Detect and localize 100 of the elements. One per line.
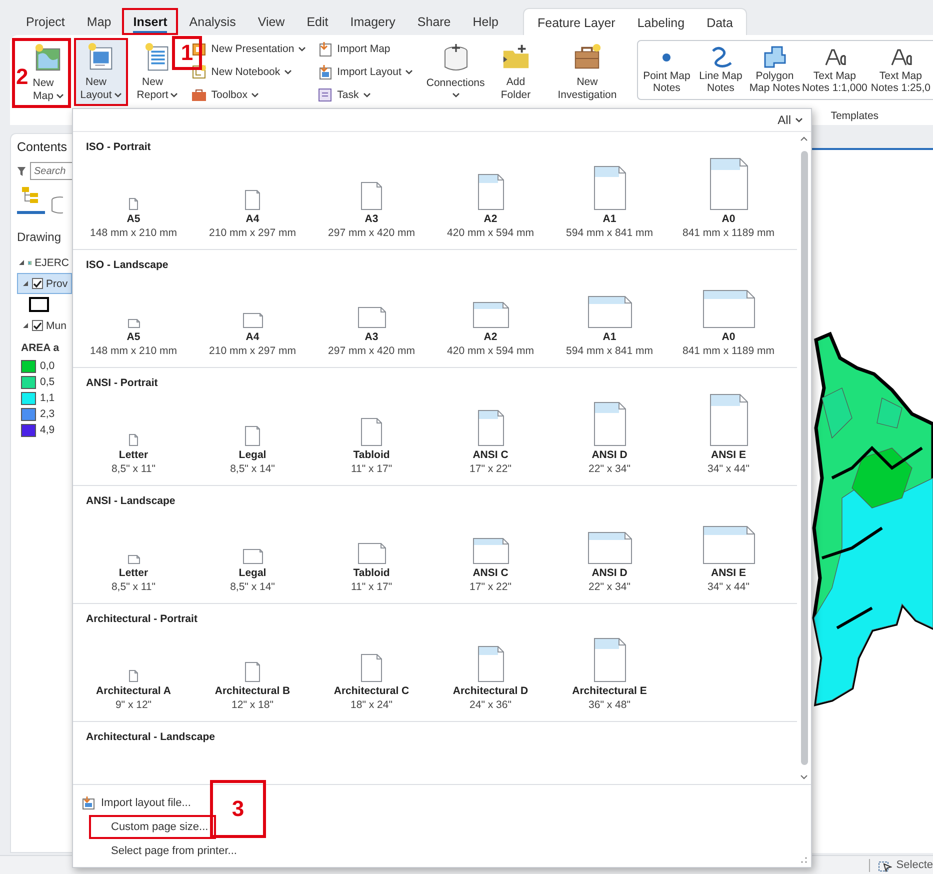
page-size-option[interactable]: A4 210 mm x 297 mm — [193, 154, 312, 240]
ribbon-button[interactable]: Toolbox — [188, 84, 310, 106]
gallery-item[interactable]: Polygon Map Notes — [748, 44, 802, 96]
page-size-option[interactable]: A4 210 mm x 297 mm — [193, 272, 312, 358]
page-size-option[interactable]: ANSI C 17" x 22" — [431, 508, 550, 594]
menu-item[interactable]: Import layout file... — [79, 791, 199, 815]
search-field[interactable]: Search — [30, 162, 72, 180]
section-heading: Architectural - Portrait — [85, 612, 198, 626]
ribbon-button[interactable]: Connections — [420, 38, 491, 106]
page-size-option[interactable]: ANSI D 22" x 34" — [550, 508, 669, 594]
caret-icon — [170, 92, 178, 98]
page-size-option[interactable]: ANSI D 22" x 34" — [550, 390, 669, 476]
ribbon-tab[interactable]: Help — [462, 8, 510, 35]
ribbon-button[interactable]: Task — [314, 84, 416, 106]
page-size-option[interactable]: Letter 8,5" x 11" — [74, 390, 193, 476]
caret-icon — [795, 117, 803, 123]
ribbon-tab[interactable]: Labeling — [626, 9, 696, 36]
page-size-option[interactable]: A1 594 mm x 841 mm — [550, 154, 669, 240]
page-size-option[interactable]: Architectural A 9" x 12" — [74, 626, 193, 712]
page-size-option[interactable]: A2 420 mm x 594 mm — [431, 272, 550, 358]
ribbon-button[interactable]: New Investigation — [552, 38, 623, 106]
checkmark-icon — [33, 322, 42, 330]
step-number-callout: 1 — [172, 36, 202, 70]
caret-icon — [362, 92, 371, 98]
filter-dropdown[interactable]: All — [776, 113, 805, 127]
layer-checkbox[interactable] — [32, 278, 43, 289]
ribbon-button[interactable]: New Layout — [74, 38, 128, 106]
expanded-triangle-icon[interactable] — [18, 259, 25, 266]
expanded-triangle-icon[interactable] — [22, 280, 29, 287]
ribbon-tab[interactable]: Project — [15, 8, 76, 35]
page-size-option[interactable]: Architectural D 24" x 36" — [431, 626, 550, 712]
menu-item[interactable]: Select page from printer... — [89, 839, 245, 863]
database-icon[interactable] — [51, 196, 63, 214]
ribbon-tab[interactable]: Map — [76, 8, 122, 35]
page-size-option[interactable]: Architectural B 12" x 18" — [193, 626, 312, 712]
legend-label: 1,1 — [40, 392, 55, 404]
layer-row[interactable]: EJERC — [17, 252, 72, 273]
layer-row[interactable]: Prov — [17, 273, 72, 294]
layer-tree-icon[interactable] — [21, 186, 39, 204]
layer-checkbox[interactable] — [32, 320, 43, 331]
page-size-option[interactable]: Architectural E 36" x 48" — [550, 626, 669, 712]
page-size-option[interactable]: Letter 8,5" x 11" — [74, 508, 193, 594]
legend-label: 0,5 — [40, 376, 55, 388]
legend-field: AREA a — [21, 342, 60, 354]
gallery-item[interactable]: Text Map Notes 1:1,000 — [802, 44, 868, 96]
ribbon-tab[interactable]: Insert — [122, 8, 178, 35]
page-size-option[interactable]: ANSI E 34" x 44" — [669, 508, 788, 594]
ribbon-button[interactable]: Add Folder — [494, 38, 538, 106]
page-size-option[interactable]: A2 420 mm x 594 mm — [431, 154, 550, 240]
page-size-option[interactable]: A0 841 mm x 1189 mm — [669, 272, 788, 358]
ribbon-tab[interactable]: Edit — [296, 8, 340, 35]
ribbon-tab[interactable]: Imagery — [339, 8, 406, 35]
page-size-option[interactable]: Legal 8,5" x 14" — [193, 390, 312, 476]
text-icon — [890, 47, 912, 67]
ribbon-icon — [317, 64, 334, 80]
ribbon-button[interactable]: Import Layout — [314, 61, 416, 83]
ribbon-tab[interactable]: Analysis — [178, 8, 247, 35]
ribbon-button[interactable]: Import Map — [314, 38, 416, 60]
step-number: 2 — [16, 64, 28, 90]
view-name: Drawing — [17, 230, 62, 244]
caret-icon — [56, 93, 64, 99]
page-size-option[interactable]: A0 841 mm x 1189 mm — [669, 154, 788, 240]
caret-icon — [114, 92, 122, 98]
page-size-option[interactable]: A5 148 mm x 210 mm — [74, 154, 193, 240]
page-size-option[interactable]: A3 297 mm x 420 mm — [312, 154, 431, 240]
page-size-option[interactable]: ANSI C 17" x 22" — [431, 390, 550, 476]
caret-icon — [405, 69, 414, 75]
menu-item[interactable]: Custom page size... — [89, 815, 216, 839]
layer-row[interactable]: Mun — [17, 315, 72, 336]
ribbon-tab[interactable]: Share — [406, 8, 462, 35]
section-heading: Architectural - Landscape — [85, 730, 216, 744]
resize-grip-icon[interactable] — [801, 857, 807, 863]
page-size-option[interactable]: A3 297 mm x 420 mm — [312, 272, 431, 358]
group-label: Templates — [830, 110, 880, 122]
page-size-option[interactable]: ANSI E 34" x 44" — [669, 390, 788, 476]
checkmark-icon — [33, 280, 42, 288]
polygon-icon — [764, 46, 786, 68]
section-heading: ISO - Landscape — [85, 258, 170, 272]
page-size-option[interactable]: Tabloid 11" x 17" — [312, 508, 431, 594]
gallery-item[interactable]: Line Map Notes — [694, 44, 748, 96]
legend-label: 4,9 — [40, 424, 55, 436]
ribbon-icon — [317, 41, 334, 57]
page-size-option[interactable]: A5 148 mm x 210 mm — [74, 272, 193, 358]
step-number-callout: 3 — [210, 780, 266, 838]
gallery-item[interactable]: Point Map Notes — [640, 44, 694, 96]
gallery-item[interactable]: Text Map Notes 1:25,0 — [868, 44, 933, 96]
page-size-option[interactable]: Architectural C 18" x 24" — [312, 626, 431, 712]
ribbon-tab[interactable]: View — [246, 8, 296, 35]
page-size-option[interactable]: A1 594 mm x 841 mm — [550, 272, 669, 358]
page-size-option[interactable]: Legal 8,5" x 14" — [193, 508, 312, 594]
page-size-option[interactable]: Tabloid 11" x 17" — [312, 390, 431, 476]
section-heading: ISO - Portrait — [85, 140, 152, 154]
ribbon-tab[interactable]: Feature Layer — [526, 9, 626, 36]
ribbon-button[interactable]: New Map — [28, 41, 68, 105]
expanded-triangle-icon[interactable] — [22, 322, 29, 329]
import-layout-icon — [81, 796, 95, 810]
squiggle-line-icon — [710, 46, 732, 68]
legend-patch — [29, 297, 49, 312]
selection-count: Selecte — [896, 859, 933, 871]
ribbon-tab[interactable]: Data — [696, 9, 744, 36]
